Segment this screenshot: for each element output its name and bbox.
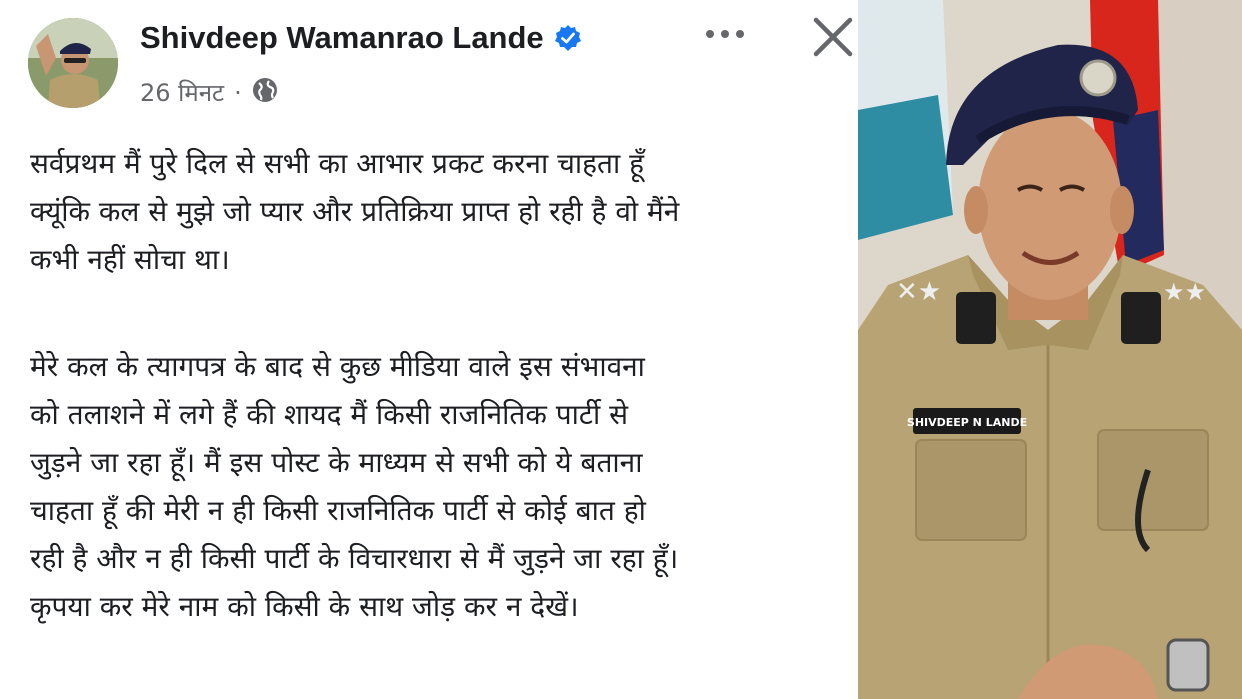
avatar-image: [28, 18, 118, 108]
verified-badge-icon: [554, 24, 582, 52]
officer-photo: ✕★ ★★ SHIVDEEP N LANDE: [858, 0, 1242, 699]
paragraph-line: सर्वप्रथम मैं पुरे दिल से सभी का आभार प्…: [30, 147, 645, 180]
paragraph-line: रही है और न ही किसी पार्टी के विचारधारा …: [30, 542, 679, 575]
svg-text:✕★: ✕★: [896, 277, 941, 307]
post-timestamp[interactable]: 26 मिनट: [140, 76, 224, 109]
paragraph-line: मेरे कल के त्यागपत्र के बाद से कुछ मीडिय…: [30, 350, 645, 383]
globe-icon: [252, 77, 278, 109]
paragraph-line: कभी नहीं सोचा था।: [30, 243, 230, 276]
meta-separator: ·: [234, 78, 242, 107]
author-name[interactable]: Shivdeep Wamanrao Lande: [140, 20, 544, 56]
post-paragraph-1: सर्वप्रथम मैं पुरे दिल से सभी का आभार प्…: [30, 140, 855, 284]
author-line: Shivdeep Wamanrao Lande: [140, 20, 582, 56]
paragraph-line: क्यूंकि कल से मुझे जो प्यार और प्रतिक्रि…: [30, 195, 680, 228]
post-meta: 26 मिनट ·: [140, 76, 278, 109]
name-badge-text: SHIVDEEP N LANDE: [907, 416, 1027, 429]
more-options-icon[interactable]: [700, 14, 750, 54]
paragraph-line: को तलाशने में लगे हैं की शायद मैं किसी र…: [30, 398, 629, 431]
close-icon[interactable]: [808, 12, 858, 62]
paragraph-line: चाहता हूँ की मेरी न ही किसी राजनितिक पार…: [30, 494, 646, 527]
officer-portrait-image: ✕★ ★★ SHIVDEEP N LANDE: [858, 0, 1242, 699]
author-avatar[interactable]: [28, 18, 118, 108]
paragraph-line: जुड़ने जा रहा हूँ। मैं इस पोस्ट के माध्य…: [30, 446, 643, 479]
svg-text:★★: ★★: [1163, 278, 1206, 306]
paragraph-line: कृपया कर मेरे नाम को किसी के साथ जोड़ कर…: [30, 590, 579, 623]
facebook-post: Shivdeep Wamanrao Lande 26 मिनट · सर्वप्…: [0, 0, 858, 699]
post-paragraph-2: मेरे कल के त्यागपत्र के बाद से कुछ मीडिय…: [30, 343, 855, 631]
